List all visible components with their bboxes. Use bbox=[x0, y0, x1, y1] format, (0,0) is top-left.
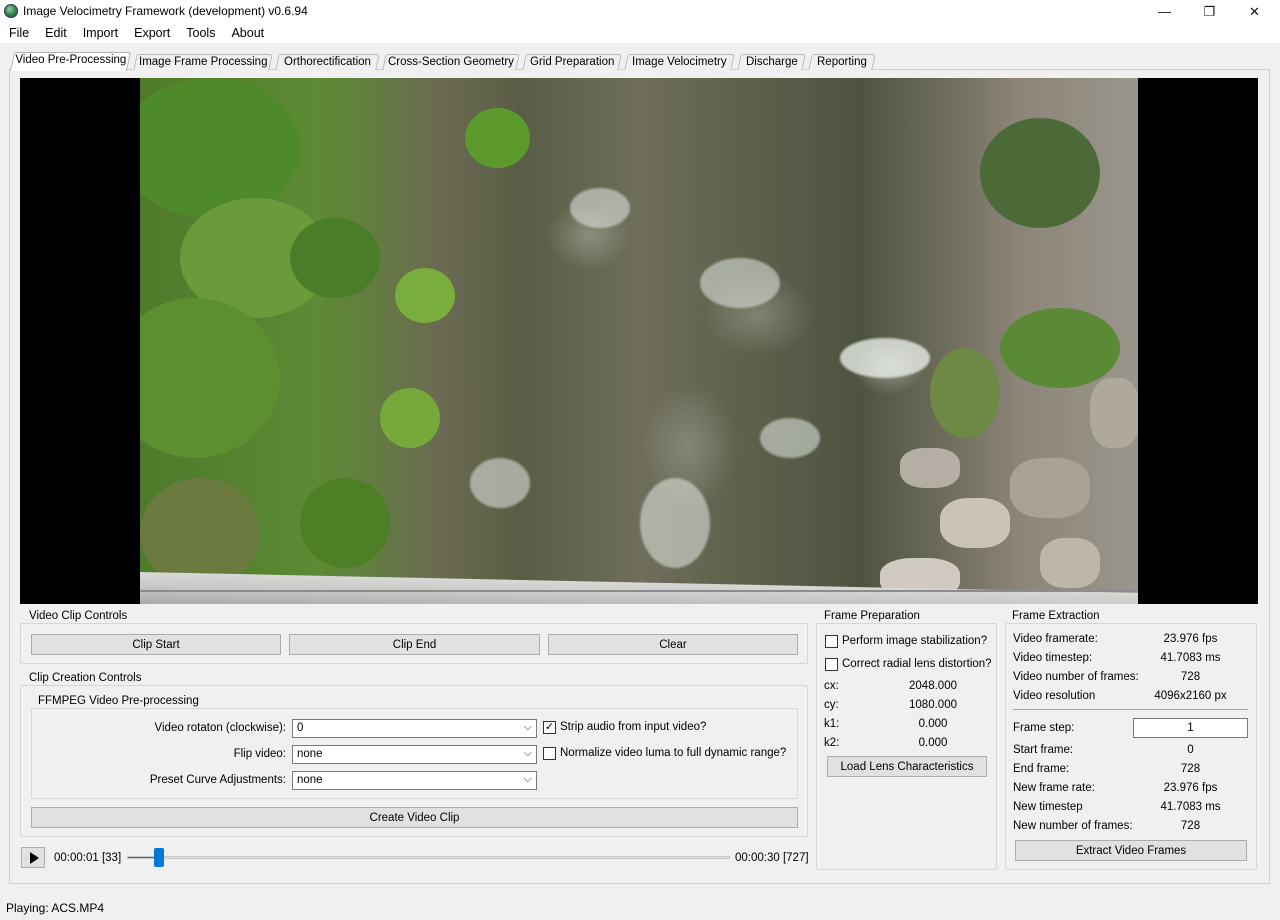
frame-step-input[interactable]: 1 bbox=[1133, 718, 1248, 738]
curve-value: none bbox=[297, 774, 323, 786]
video-frame-count-label: Video number of frames: bbox=[1013, 671, 1139, 683]
title-bar: Image Velocimetry Framework (development… bbox=[0, 0, 1280, 23]
normalize-luma-label: Normalize video luma to full dynamic ran… bbox=[560, 747, 787, 759]
curve-select[interactable]: none ⌵ bbox=[292, 771, 537, 790]
k1-value: 0.000 bbox=[918, 718, 948, 730]
create-video-clip-button[interactable]: Create Video Clip bbox=[31, 807, 798, 828]
close-icon[interactable]: ✕ bbox=[1232, 0, 1277, 23]
cy-value: 1080.000 bbox=[909, 699, 957, 711]
status-text: Playing: ACS.MP4 bbox=[6, 901, 105, 915]
cx-label: cx: bbox=[824, 680, 839, 692]
menu-import[interactable]: Import bbox=[75, 23, 126, 43]
new-timestep-label: New timestep bbox=[1013, 801, 1083, 813]
chevron-down-icon: ⌵ bbox=[523, 773, 532, 785]
strip-audio-label: Strip audio from input video? bbox=[560, 721, 707, 733]
video-framerate-label: Video framerate: bbox=[1013, 633, 1098, 645]
tab-video-pre-processing[interactable]: Video Pre-Processing bbox=[9, 52, 132, 71]
flip-label: Flip video: bbox=[233, 748, 286, 760]
lens-distortion-checkbox[interactable] bbox=[825, 658, 838, 671]
seek-slider-fill bbox=[128, 857, 156, 858]
divider bbox=[1013, 709, 1248, 710]
k1-label: k1: bbox=[824, 718, 840, 730]
lens-distortion-label: Correct radial lens distortion? bbox=[842, 658, 992, 670]
window-title: Image Velocimetry Framework (development… bbox=[23, 4, 308, 18]
video-display[interactable] bbox=[20, 78, 1258, 604]
tab-cross-section-geometry[interactable]: Cross-Section Geometry bbox=[382, 54, 520, 70]
end-frame-label: End frame: bbox=[1013, 763, 1070, 775]
tab-image-frame-processing[interactable]: Image Frame Processing bbox=[133, 54, 273, 70]
video-timestep-value: 41.7083 ms bbox=[1160, 652, 1221, 664]
stabilization-label: Perform image stabilization? bbox=[842, 635, 988, 647]
frame-extraction-title: Frame Extraction bbox=[1010, 610, 1102, 622]
rotation-label: Video rotaton (clockwise): bbox=[154, 722, 286, 734]
clip-end-button[interactable]: Clip End bbox=[289, 634, 540, 655]
restore-icon[interactable]: ❐ bbox=[1187, 0, 1232, 23]
clip-creation-controls-title: Clip Creation Controls bbox=[27, 672, 144, 684]
start-frame-value: 0 bbox=[1187, 744, 1194, 756]
tab-grid-preparation[interactable]: Grid Preparation bbox=[522, 54, 622, 70]
end-time: 00:00:30 [727] bbox=[735, 852, 809, 864]
frame-preparation-title: Frame Preparation bbox=[822, 610, 922, 622]
video-frame-image bbox=[140, 78, 1138, 604]
video-framerate-value: 23.976 fps bbox=[1163, 633, 1218, 645]
cy-label: cy: bbox=[824, 699, 839, 711]
normalize-luma-checkbox[interactable] bbox=[543, 747, 556, 760]
new-frame-rate-label: New frame rate: bbox=[1013, 782, 1095, 794]
k2-value: 0.000 bbox=[918, 737, 948, 749]
strip-audio-checkbox[interactable]: ✓ bbox=[543, 721, 556, 734]
video-timestep-label: Video timestep: bbox=[1013, 652, 1093, 664]
frame-step-label: Frame step: bbox=[1013, 722, 1075, 734]
curve-label: Preset Curve Adjustments: bbox=[149, 774, 286, 786]
menu-edit[interactable]: Edit bbox=[37, 23, 75, 43]
seek-slider-handle[interactable] bbox=[153, 848, 164, 867]
seek-slider-track[interactable] bbox=[127, 856, 730, 859]
video-resolution-value: 4096x2160 px bbox=[1154, 690, 1227, 702]
tab-orthorectification[interactable]: Orthorectification bbox=[275, 54, 380, 70]
menu-tools[interactable]: Tools bbox=[178, 23, 223, 43]
status-bar: Playing: ACS.MP4 bbox=[0, 898, 1280, 920]
chevron-down-icon: ⌵ bbox=[523, 721, 532, 733]
tab-reporting[interactable]: Reporting bbox=[808, 54, 876, 70]
load-lens-characteristics-button[interactable]: Load Lens Characteristics bbox=[827, 756, 987, 777]
menu-export[interactable]: Export bbox=[126, 23, 178, 43]
app-logo-icon bbox=[4, 4, 18, 18]
flip-value: none bbox=[297, 748, 323, 760]
flip-select[interactable]: none ⌵ bbox=[292, 745, 537, 764]
menu-about[interactable]: About bbox=[223, 23, 272, 43]
menu-bar: File Edit Import Export Tools About bbox=[0, 23, 1280, 43]
k2-label: k2: bbox=[824, 737, 840, 749]
video-clip-controls-title: Video Clip Controls bbox=[27, 610, 130, 622]
tab-bar: Video Pre-Processing Image Frame Process… bbox=[0, 52, 1280, 71]
start-frame-label: Start frame: bbox=[1013, 744, 1074, 756]
clip-start-button[interactable]: Clip Start bbox=[31, 634, 281, 655]
menu-file[interactable]: File bbox=[0, 23, 37, 43]
extract-video-frames-button[interactable]: Extract Video Frames bbox=[1015, 840, 1247, 861]
new-frame-count-value: 728 bbox=[1180, 820, 1201, 832]
current-time: 00:00:01 [33] bbox=[54, 852, 122, 864]
ffmpeg-group-title: FFMPEG Video Pre-processing bbox=[36, 695, 201, 707]
chevron-down-icon: ⌵ bbox=[523, 747, 532, 759]
video-frame-count-value: 728 bbox=[1180, 671, 1201, 683]
new-frame-rate-value: 23.976 fps bbox=[1163, 782, 1218, 794]
stabilization-checkbox[interactable] bbox=[825, 635, 838, 648]
tab-image-velocimetry[interactable]: Image Velocimetry bbox=[624, 54, 735, 70]
play-button[interactable] bbox=[21, 847, 45, 868]
play-icon bbox=[29, 851, 39, 864]
end-frame-value: 728 bbox=[1180, 763, 1201, 775]
video-resolution-label: Video resolution bbox=[1013, 690, 1096, 702]
tab-discharge[interactable]: Discharge bbox=[737, 54, 806, 70]
new-timestep-value: 41.7083 ms bbox=[1160, 801, 1221, 813]
new-frame-count-label: New number of frames: bbox=[1013, 820, 1133, 832]
minimize-icon[interactable]: — bbox=[1142, 0, 1187, 23]
cx-value: 2048.000 bbox=[909, 680, 957, 692]
rotation-select[interactable]: 0 ⌵ bbox=[292, 719, 537, 738]
clear-button[interactable]: Clear bbox=[548, 634, 798, 655]
rotation-value: 0 bbox=[297, 722, 304, 734]
